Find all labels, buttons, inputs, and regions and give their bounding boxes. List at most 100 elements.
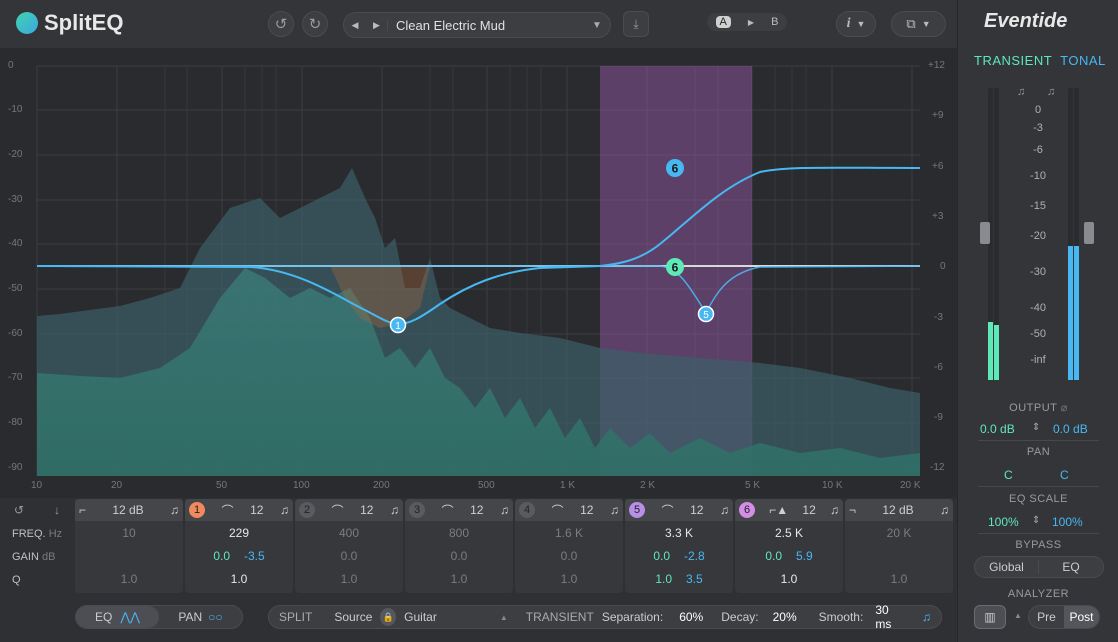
headphones-icon[interactable]: ♫ xyxy=(1047,86,1055,98)
eq-graph-canvas[interactable]: 1 5 6 6 xyxy=(0,48,957,498)
band-q[interactable]: 1.0 xyxy=(781,572,798,586)
band-freq[interactable]: 1.6 K xyxy=(555,526,583,540)
band-slope[interactable]: 12 xyxy=(360,503,373,517)
band-freq[interactable]: 800 xyxy=(449,526,469,540)
band-q-tonal[interactable]: 3.5 xyxy=(686,572,703,586)
next-preset-icon[interactable]: ▶ xyxy=(366,19,388,31)
transient-pan-value[interactable]: C xyxy=(1004,468,1013,482)
prev-preset-icon[interactable]: ◀ xyxy=(344,20,366,31)
pan-view-button[interactable]: PAN ○○ xyxy=(159,610,242,624)
bypass-global-button[interactable]: Global xyxy=(975,560,1039,574)
headphones-icon[interactable]: ♫ xyxy=(500,503,509,517)
headphones-icon[interactable]: ♫ xyxy=(280,503,289,517)
eq-scale-link-icon[interactable]: ⇕ xyxy=(1032,515,1040,526)
band-freq[interactable]: 20 K xyxy=(887,526,912,540)
transient-output-value[interactable]: 0.0 dB xyxy=(980,422,1015,436)
band-lowcut[interactable]: ⌐ 12 dB ♫ 10 1.0 xyxy=(75,499,183,593)
band-gain[interactable]: 0.0 xyxy=(561,549,578,563)
info-button[interactable]: i ▼ xyxy=(836,11,876,37)
reset-icon[interactable]: ↺ xyxy=(14,503,24,517)
a-button[interactable]: A xyxy=(715,16,731,28)
transient-eq-scale-value[interactable]: 100% xyxy=(988,515,1019,529)
band-gain[interactable]: 0.0 xyxy=(451,549,468,563)
band-freq[interactable]: 10 xyxy=(122,526,135,540)
band-slope[interactable]: 12 dB xyxy=(112,503,143,517)
output-link-icon[interactable]: ⇕ xyxy=(1032,422,1040,433)
band-q-transient[interactable]: 1.0 xyxy=(655,572,672,586)
band-slope[interactable]: 12 xyxy=(250,503,263,517)
band-number[interactable]: 2 xyxy=(299,502,315,518)
band-number[interactable]: 5 xyxy=(629,502,645,518)
band-5[interactable]: 5 ⌒ 12 ♫ 3.3 K 0.0 -2.8 1.0 3.5 xyxy=(625,499,733,593)
band-gain-transient[interactable]: 0.0 xyxy=(765,549,782,563)
redo-button[interactable]: ↻ xyxy=(302,11,328,37)
band-slope[interactable]: 12 dB xyxy=(882,503,913,517)
band-freq[interactable]: 400 xyxy=(339,526,359,540)
headphones-icon[interactable]: ♫ xyxy=(720,503,729,517)
band-number[interactable]: 4 xyxy=(519,502,535,518)
tonal-output-value[interactable]: 0.0 dB xyxy=(1053,422,1088,436)
bell-icon[interactable]: ⌒ xyxy=(222,502,234,519)
band-q[interactable]: 1.0 xyxy=(231,572,248,586)
band-6[interactable]: 6 ⌐▲ 12 ♫ 2.5 K 0.0 5.9 1.0 xyxy=(735,499,843,593)
link-button[interactable]: ⧉ ▼ xyxy=(891,11,946,37)
phase-icon[interactable]: ⌀ xyxy=(1061,402,1068,414)
band-slope[interactable]: 12 xyxy=(802,503,815,517)
decay-value[interactable]: 20% xyxy=(773,610,797,624)
high-shelf-icon[interactable]: ⌐▲ xyxy=(769,503,788,517)
analyzer-post-button[interactable]: Post xyxy=(1064,606,1099,628)
band-slope[interactable]: 12 xyxy=(690,503,703,517)
analyzer-toggle-button[interactable]: ▥ xyxy=(974,605,1006,629)
band-gain-transient[interactable]: 0.0 xyxy=(213,549,230,563)
band-freq[interactable]: 229 xyxy=(229,526,249,540)
band-gain-tonal[interactable]: -3.5 xyxy=(244,549,265,563)
b-button[interactable]: B xyxy=(771,16,778,28)
band-4[interactable]: 4 ⌒ 12 ♫ 1.6 K 0.0 1.0 xyxy=(515,499,623,593)
band-slope[interactable]: 12 xyxy=(580,503,593,517)
band-slope[interactable]: 12 xyxy=(470,503,483,517)
eq-graph[interactable]: 1 5 6 6 0 -10 -20 -30 -40 -50 -60 -70 -8… xyxy=(0,48,957,498)
band-q[interactable]: 1.0 xyxy=(891,572,908,586)
headphones-icon[interactable]: ♫ xyxy=(390,503,399,517)
headphones-icon[interactable]: ♫ xyxy=(170,503,179,517)
smooth-value[interactable]: 30 ms xyxy=(875,603,904,631)
source-select[interactable]: Guitar xyxy=(404,610,492,624)
undo-button[interactable]: ↺ xyxy=(268,11,294,37)
band-number[interactable]: 1 xyxy=(189,502,205,518)
bypass-eq-button[interactable]: EQ xyxy=(1039,560,1103,574)
transient-mode-label[interactable]: TRANSIENT xyxy=(974,53,1052,68)
save-preset-button[interactable]: ⤓ xyxy=(623,11,649,37)
high-shelf-icon[interactable]: ¬ xyxy=(849,503,856,517)
tonal-eq-scale-value[interactable]: 100% xyxy=(1052,515,1083,529)
analyzer-dropdown-icon[interactable]: ▲ xyxy=(1014,611,1022,620)
low-shelf-icon[interactable]: ⌐ xyxy=(79,503,86,517)
band-gain-transient[interactable]: 0.0 xyxy=(653,549,670,563)
band-3[interactable]: 3 ⌒ 12 ♫ 800 0.0 1.0 xyxy=(405,499,513,593)
band-highcut[interactable]: ¬ 12 dB ♫ 20 K 1.0 xyxy=(845,499,953,593)
band-2[interactable]: 2 ⌒ 12 ♫ 400 0.0 1.0 xyxy=(295,499,403,593)
bell-icon[interactable]: ⌒ xyxy=(662,502,674,519)
band-1[interactable]: 1 ⌒ 12 ♫ 229 0.0 -3.5 1.0 xyxy=(185,499,293,593)
band-gain[interactable]: 0.0 xyxy=(341,549,358,563)
headphones-icon[interactable]: ♫ xyxy=(922,610,931,624)
eq-view-button[interactable]: EQ ⋀⋀ xyxy=(76,606,159,628)
band-number[interactable]: 6 xyxy=(739,502,755,518)
band-freq[interactable]: 3.3 K xyxy=(665,526,693,540)
tonal-mode-label[interactable]: TONAL xyxy=(1060,53,1106,68)
headphones-icon[interactable]: ♫ xyxy=(940,503,949,517)
band-q[interactable]: 1.0 xyxy=(121,572,138,586)
band-q[interactable]: 1.0 xyxy=(451,572,468,586)
separation-value[interactable]: 60% xyxy=(679,610,703,624)
band-q[interactable]: 1.0 xyxy=(561,572,578,586)
preset-selector[interactable]: ◀ ▶ Clean Electric Mud ▼ xyxy=(343,12,611,38)
lock-icon[interactable]: 🔒 xyxy=(380,608,397,626)
copy-ab-icon[interactable]: ▶ xyxy=(748,18,754,27)
transient-output-fader[interactable] xyxy=(980,222,990,244)
bell-icon[interactable]: ⌒ xyxy=(552,502,564,519)
source-dropdown-icon[interactable]: ▲ xyxy=(500,613,508,622)
analyzer-pre-button[interactable]: Pre xyxy=(1029,610,1064,624)
download-icon[interactable]: ↓ xyxy=(54,503,60,517)
band-gain-tonal[interactable]: 5.9 xyxy=(796,549,813,563)
headphones-icon[interactable]: ♫ xyxy=(1017,86,1025,98)
band-freq[interactable]: 2.5 K xyxy=(775,526,803,540)
